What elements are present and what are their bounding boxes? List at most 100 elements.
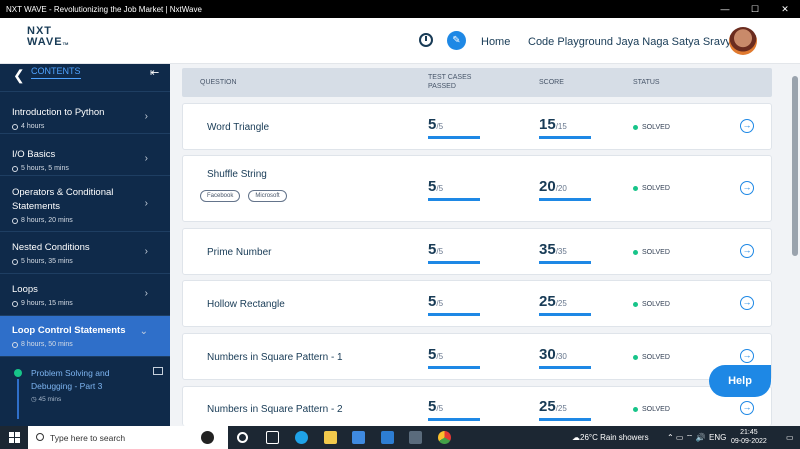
total-count: /5: [436, 122, 444, 131]
maximize-button[interactable]: ☐: [740, 0, 770, 18]
question-row-numbers-square-pattern-2[interactable]: Numbers in Square Pattern - 2 5/5 25/25 …: [182, 386, 772, 426]
score-bar: [539, 313, 591, 316]
sidebar-item-loop-control-statements[interactable]: Loop Control Statements 8 hours, 50 mins…: [0, 316, 170, 357]
taskbar-clock[interactable]: 21:45 09-09-2022: [731, 428, 767, 446]
store-icon[interactable]: [352, 431, 365, 444]
arrow-right-icon[interactable]: →: [740, 181, 754, 195]
clock-icon: [12, 123, 18, 130]
question-name[interactable]: Shuffle String: [207, 169, 267, 180]
score-max: /35: [555, 247, 567, 256]
close-button[interactable]: ✕: [770, 0, 800, 18]
question-row-shuffle-string[interactable]: Shuffle String Facebook Microsoft 5/5 20…: [182, 155, 772, 222]
scrollbar-thumb[interactable]: [792, 76, 798, 256]
question-row-numbers-square-pattern-1[interactable]: Numbers in Square Pattern - 1 5/5 30/30 …: [182, 333, 772, 380]
timer-icon[interactable]: [419, 33, 433, 47]
clock-icon: [12, 341, 18, 348]
logo-line-2: WAVE: [27, 36, 63, 48]
sidebar-item-operators-conditional-statements[interactable]: Operators & Conditional Statements 8 hou…: [0, 176, 170, 232]
total-count: /5: [436, 404, 444, 413]
question-row-word-triangle[interactable]: Word Triangle 5/5 15/15 SOLVED →: [182, 103, 772, 150]
chat-icon[interactable]: ✎: [447, 31, 466, 50]
cortana-icon[interactable]: [237, 432, 248, 443]
score-max: /25: [555, 404, 567, 413]
clock-icon: [12, 217, 18, 224]
sidebar-item-label: Introduction to Python: [12, 107, 105, 118]
nav-code-playground-link[interactable]: Code Playground: [528, 36, 613, 48]
ribbon-icon[interactable]: [201, 431, 214, 444]
edge-icon[interactable]: [295, 431, 308, 444]
sidebar-item-duration: 8 hours, 20 mins: [12, 217, 158, 224]
sidebar-item-io-basics[interactable]: I/O Basics 5 hours, 5 mins ›: [0, 134, 170, 176]
score-max: /15: [555, 122, 567, 131]
clock-icon: [12, 300, 18, 307]
chevron-right-icon: ›: [144, 111, 148, 122]
col-test-cases: TEST CASES: [428, 74, 472, 81]
question-name[interactable]: Numbers in Square Pattern - 1: [207, 352, 343, 363]
sidebar-title: CONTENTS: [31, 66, 81, 79]
help-button[interactable]: Help: [709, 365, 771, 397]
score-value: 25: [539, 398, 556, 415]
test-cases-bar: [428, 313, 480, 316]
file-explorer-icon[interactable]: [324, 431, 337, 444]
notifications-icon[interactable]: ▭: [786, 426, 794, 449]
score-cell: 25/25: [539, 293, 591, 316]
question-row-prime-number[interactable]: Prime Number 5/5 35/35 SOLVED →: [182, 228, 772, 275]
sidebar-item-label: Loop Control Statements: [12, 325, 126, 336]
nav-home-link[interactable]: Home: [481, 36, 510, 48]
chevron-right-icon: ›: [144, 288, 148, 299]
clock-icon: [12, 258, 18, 265]
back-icon[interactable]: ❮: [13, 67, 25, 84]
collapse-sidebar-icon[interactable]: ⇤: [150, 66, 159, 79]
question-name[interactable]: Hollow Rectangle: [207, 299, 285, 310]
windows-start-icon[interactable]: [9, 432, 20, 443]
language-indicator[interactable]: ENG: [709, 426, 726, 449]
sidebar-item-label: Operators & Conditional Statements: [12, 187, 114, 212]
status-badge: SOLVED: [633, 354, 670, 361]
solved-dot-icon: [633, 302, 638, 307]
tag-facebook[interactable]: Facebook: [200, 190, 241, 202]
arrow-right-icon[interactable]: →: [740, 244, 754, 258]
arrow-right-icon[interactable]: →: [740, 119, 754, 133]
task-view-icon[interactable]: [266, 431, 279, 444]
col-score: SCORE: [539, 79, 564, 86]
arrow-right-icon[interactable]: →: [740, 296, 754, 310]
system-tray-icons[interactable]: ⌃ ▭ ⌔ 🔊: [667, 426, 705, 449]
solved-dot-icon: [633, 407, 638, 412]
nxtwave-logo[interactable]: NXT WAVETM: [27, 26, 68, 49]
test-cases-bar: [428, 261, 480, 264]
arrow-right-icon[interactable]: →: [740, 349, 754, 363]
sidebar-item-nested-conditions[interactable]: Nested Conditions 5 hours, 35 mins ›: [0, 232, 170, 274]
sidebar-item-duration: 9 hours, 15 mins: [12, 300, 158, 307]
question-name[interactable]: Word Triangle: [207, 122, 269, 133]
weather-widget[interactable]: ☁ 26°C Rain showers: [572, 426, 649, 449]
question-row-hollow-rectangle[interactable]: Hollow Rectangle 5/5 25/25 SOLVED →: [182, 280, 772, 327]
arrow-right-icon[interactable]: →: [740, 401, 754, 415]
taskbar-search-input[interactable]: Type here to search: [28, 426, 228, 449]
user-name[interactable]: Jaya Naga Satya Sravya: [616, 36, 737, 48]
question-name[interactable]: Numbers in Square Pattern - 2: [207, 404, 343, 415]
duration-text: 45 mins: [38, 396, 62, 403]
chrome-icon[interactable]: [438, 431, 451, 444]
mail-icon[interactable]: [381, 431, 394, 444]
book-icon[interactable]: [153, 367, 163, 375]
sidebar-item-introduction-to-python[interactable]: Introduction to Python 4 hours ›: [0, 92, 170, 134]
sidebar-item-loops[interactable]: Loops 9 hours, 15 mins ›: [0, 274, 170, 316]
sidebar-item-label: Nested Conditions: [12, 242, 90, 253]
tag-microsoft[interactable]: Microsoft: [248, 190, 287, 202]
avatar[interactable]: [729, 27, 757, 55]
duration-text: 5 hours, 5 mins: [21, 165, 69, 172]
test-cases-cell: 5/5: [428, 398, 480, 421]
page-scrollbar[interactable]: [790, 64, 800, 426]
duration-text: 4 hours: [21, 123, 45, 130]
question-name[interactable]: Prime Number: [207, 247, 271, 258]
total-count: /5: [436, 247, 444, 256]
window-title: NXT WAVE - Revolutionizing the Job Marke…: [6, 4, 202, 14]
score-value: 15: [539, 116, 556, 133]
sidebar-subitem-problem-solving[interactable]: Problem Solving and Debugging - Part 3 ◷…: [0, 357, 170, 419]
minimize-button[interactable]: —: [710, 0, 740, 18]
nxtwave-app-icon[interactable]: [409, 431, 422, 444]
test-cases-bar: [428, 366, 480, 369]
sidebar-item-duration: 4 hours: [12, 123, 158, 130]
subitem-label: Problem Solving and Debugging - Part 3: [31, 368, 110, 391]
score-bar: [539, 261, 591, 264]
